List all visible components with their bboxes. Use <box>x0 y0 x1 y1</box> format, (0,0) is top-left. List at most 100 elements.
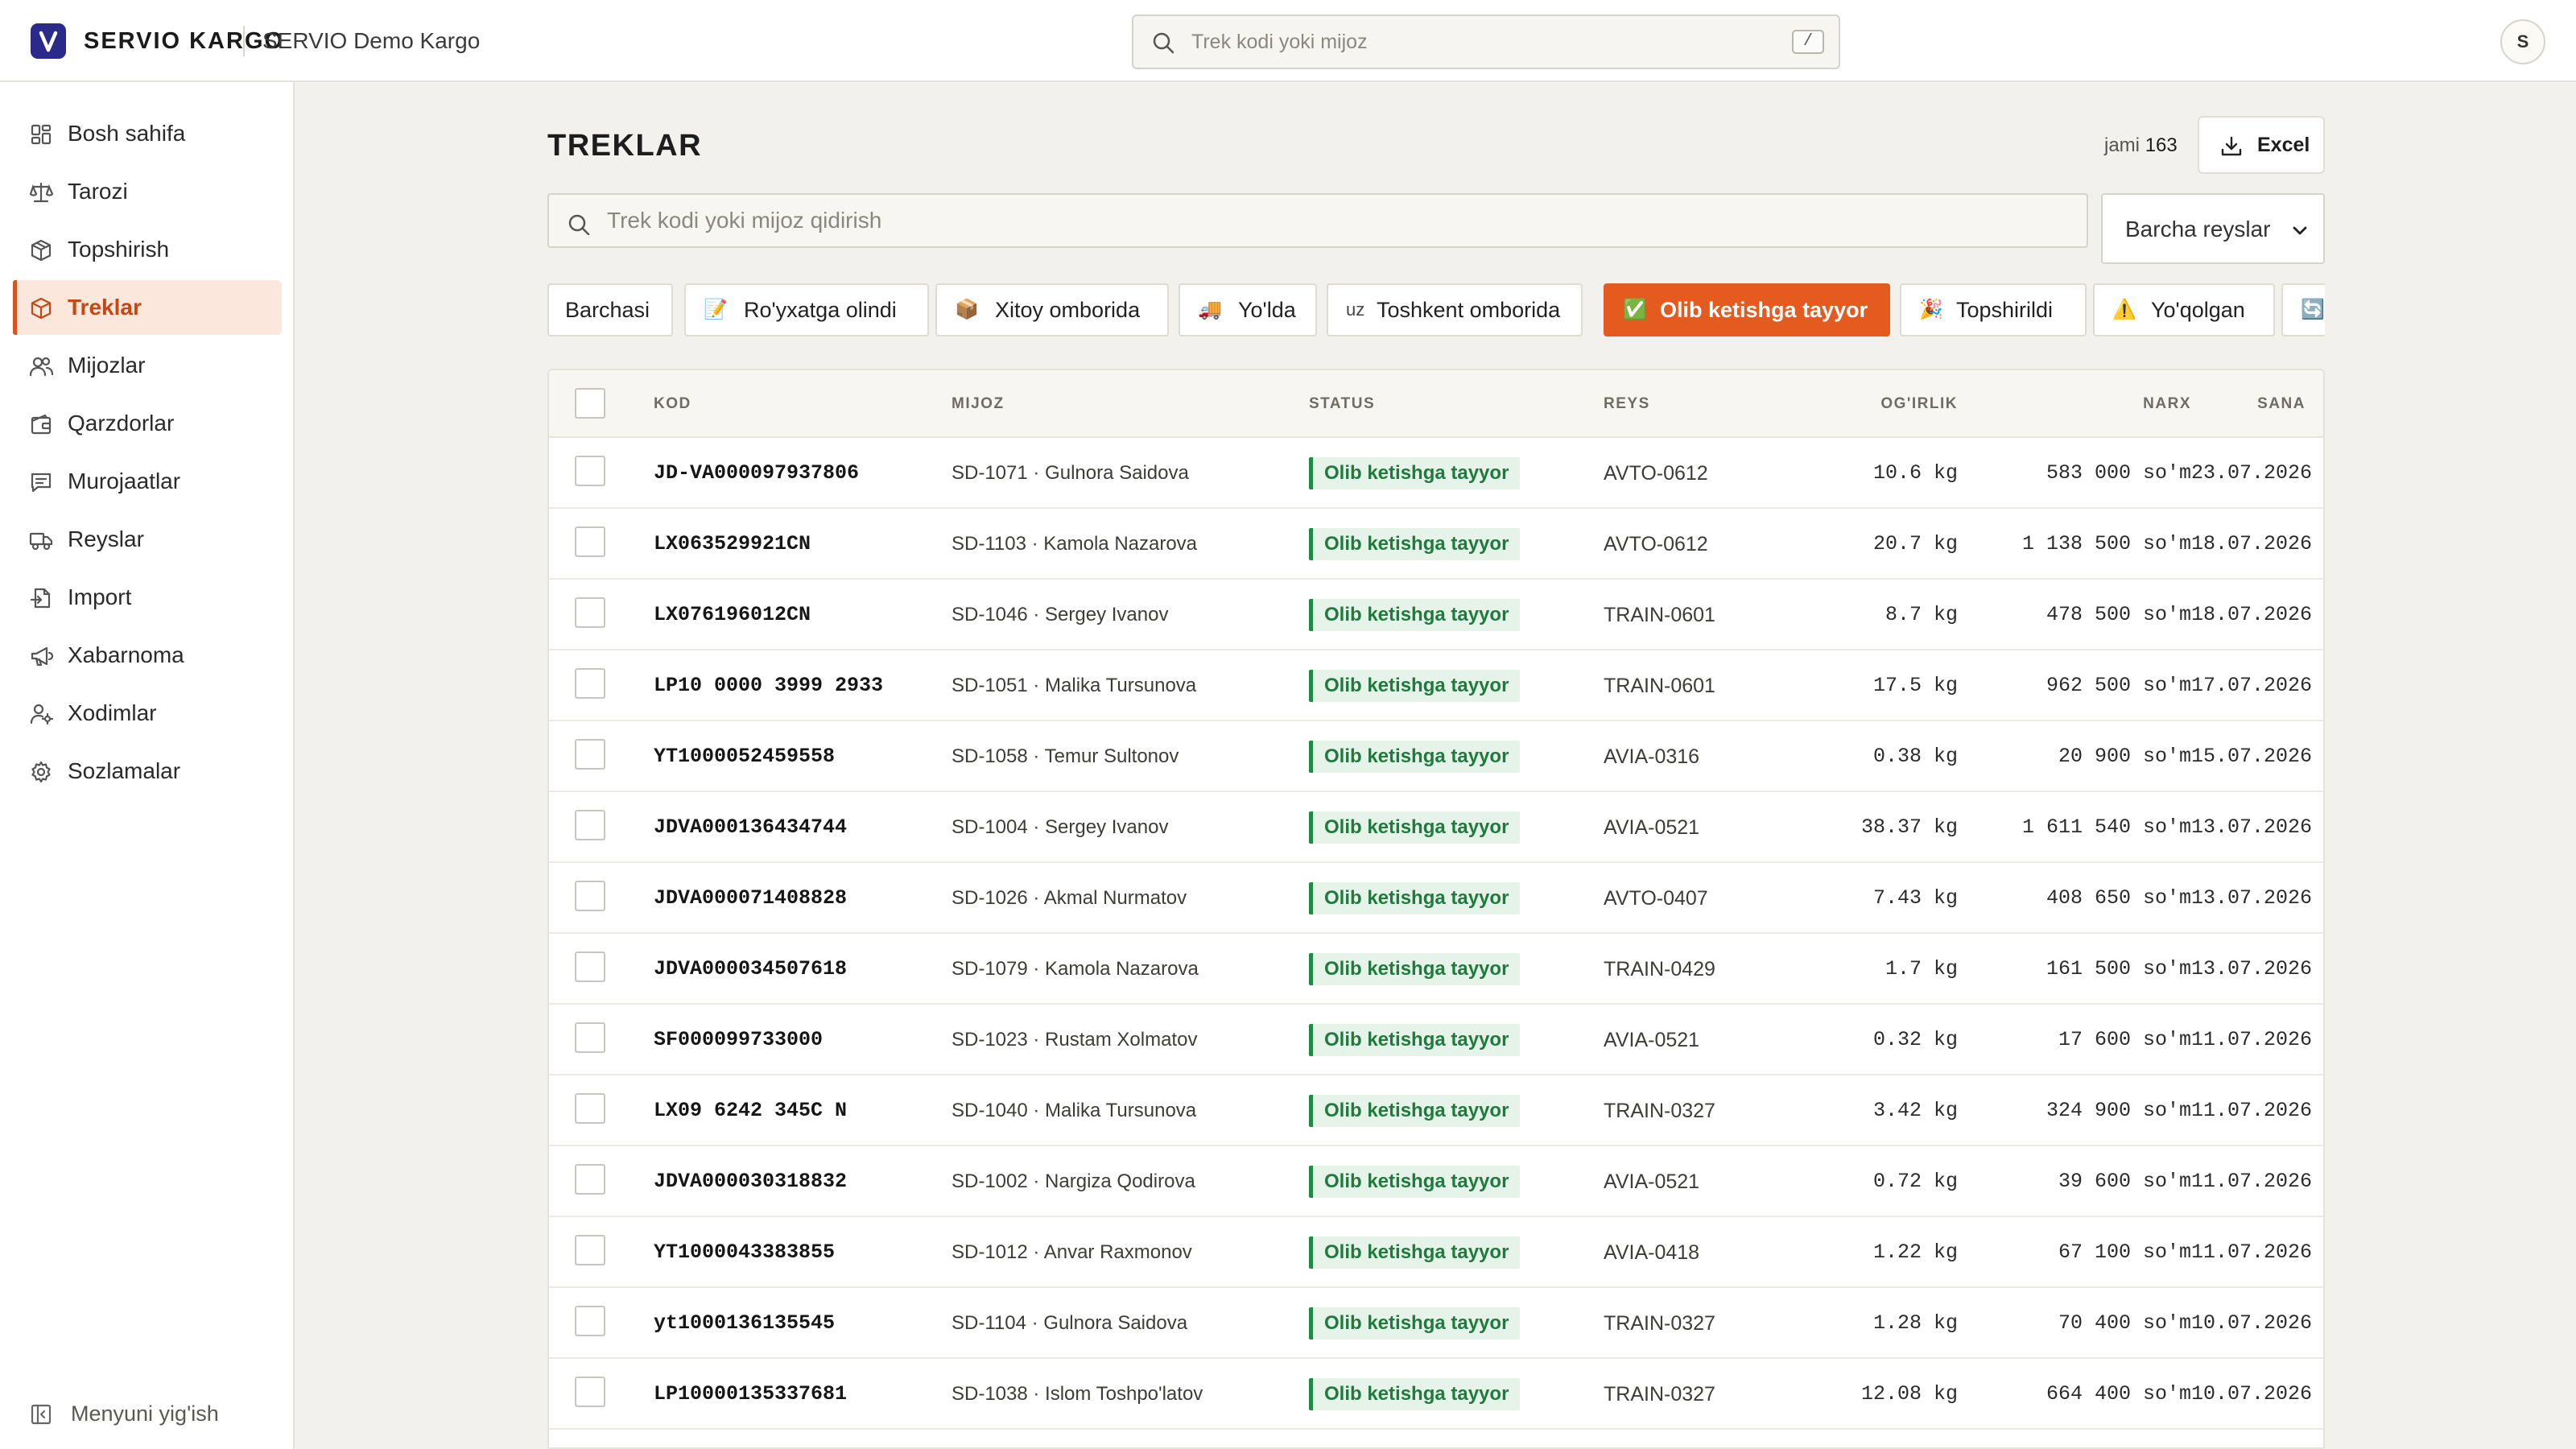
track-code[interactable]: SF000099733000 <box>654 1005 823 1075</box>
row-checkbox[interactable] <box>575 1164 605 1195</box>
table-row[interactable]: yt1000136135545 SD-1104 · Gulnora Saidova… <box>549 1288 2323 1359</box>
row-checkbox[interactable] <box>575 1377 605 1407</box>
client-name[interactable]: SD-1071 · Gulnora Saidova <box>952 438 1189 509</box>
table-row[interactable]: LP10000135337681 SD-1038 · Islom Toshpo'l… <box>549 1359 2323 1430</box>
track-search-input[interactable] <box>607 195 2056 246</box>
client-name[interactable]: SD-1038 · Islom Toshpo'latov <box>952 1359 1203 1430</box>
select-all-checkbox[interactable] <box>575 388 605 419</box>
row-checkbox[interactable] <box>575 881 605 911</box>
logo-icon[interactable] <box>31 23 66 59</box>
client-name[interactable]: SD-1104 · Gulnora Saidova <box>952 1288 1187 1359</box>
sidebar-item-tarozi[interactable]: Tarozi <box>13 164 282 219</box>
track-code[interactable]: YT1000043383855 <box>654 1217 835 1288</box>
reys-code: AVIA-0521 <box>1604 1029 1700 1051</box>
avatar[interactable]: S <box>2500 19 2545 64</box>
client-name[interactable]: SD-1002 · Nargiza Qodirova <box>952 1146 1195 1217</box>
sidebar-item-xodimlar[interactable]: Xodimlar <box>13 686 282 741</box>
client-name[interactable]: SD-1058 · Temur Sultonov <box>952 721 1179 792</box>
row-checkbox[interactable] <box>575 810 605 840</box>
filter-chip-toshkent-omborida[interactable]: uz Toshkent omborida <box>1327 283 1583 336</box>
global-search-input[interactable] <box>1191 16 1755 68</box>
table-row[interactable]: LP10 0000 3999 2933 SD-1051 · Malika Turs… <box>549 650 2323 721</box>
row-checkbox[interactable] <box>575 1093 605 1124</box>
column-header-mijoz[interactable]: MIJOZ <box>952 370 1005 438</box>
client-name[interactable]: SD-1004 · Sergey Ivanov <box>952 792 1168 863</box>
sidebar-item-mijozlar[interactable]: Mijozlar <box>13 338 282 393</box>
client-name[interactable]: SD-1103 · Kamola Nazarova <box>952 509 1197 580</box>
table-row[interactable]: LX063529921CN SD-1103 · Kamola Nazarova Ol… <box>549 509 2323 580</box>
table-row[interactable]: JDVA000136434744 SD-1004 · Sergey Ivanov O… <box>549 792 2323 863</box>
filter-chip-yoqolgan[interactable]: ⚠️ Yo'qolgan <box>2093 283 2275 336</box>
client-name[interactable]: SD-1051 · Malika Tursunova <box>952 650 1196 721</box>
sidebar-item-xabarnoma[interactable]: Xabarnoma <box>13 628 282 683</box>
row-checkbox[interactable] <box>575 1306 605 1336</box>
sidebar-item-treklar[interactable]: Treklar <box>13 280 282 335</box>
table-row[interactable]: LX076196012CN SD-1046 · Sergey Ivanov Olib… <box>549 580 2323 650</box>
track-code[interactable]: LP10000135337681 <box>654 1359 847 1430</box>
filter-chip-topshirildi[interactable]: 🎉 Topshirildi <box>1900 283 2087 336</box>
weight-value: 17.5 kg <box>1872 674 1958 697</box>
collapse-menu-button[interactable]: Menyuni yig'ish <box>13 1386 282 1441</box>
sidebar-item-sozlamalar[interactable]: Sozlamalar <box>13 744 282 799</box>
row-checkbox[interactable] <box>575 739 605 770</box>
truck-icon: 🚚 <box>1198 299 1222 320</box>
status-badge: Olib ketishga tayyor <box>1309 882 1521 914</box>
sidebar-item-qarzdorlar[interactable]: Qarzdorlar <box>13 396 282 451</box>
track-code[interactable]: LX076196012CN <box>654 580 811 650</box>
column-header-reys[interactable]: REYS <box>1604 370 1650 438</box>
track-code[interactable]: LP10 0000 3999 2933 <box>654 650 883 721</box>
track-code[interactable]: JDVA000034507618 <box>654 934 847 1005</box>
table-row[interactable]: JD-VA000097937806 SD-1071 · Gulnora Saido… <box>549 438 2323 509</box>
filter-chip-xitoy-omborida[interactable]: 📦 Xitoy omborida <box>935 283 1169 336</box>
client-name[interactable]: SD-1026 · Akmal Nurmatov <box>952 863 1187 934</box>
track-code[interactable]: YT1000052459558 <box>654 721 835 792</box>
client-name[interactable]: SD-1079 · Kamola Nazarova <box>952 934 1199 1005</box>
client-name[interactable]: SD-1023 · Rustam Xolmatov <box>952 1005 1197 1075</box>
row-checkbox[interactable] <box>575 1022 605 1053</box>
track-code[interactable]: JD-VA000097937806 <box>654 438 859 509</box>
column-header-narx[interactable]: NARX <box>1982 370 2191 438</box>
price-value: 1 611 540 so'm <box>2021 815 2191 839</box>
reys-filter-select[interactable]: Barcha reyslar <box>2101 193 2325 264</box>
track-code[interactable]: JDVA000136434744 <box>654 792 847 863</box>
row-checkbox[interactable] <box>575 456 605 486</box>
weight-value: 10.6 kg <box>1872 461 1958 485</box>
row-checkbox[interactable] <box>575 952 605 982</box>
track-code[interactable]: JDVA000030318832 <box>654 1146 847 1217</box>
table-row[interactable]: JDVA000034507618 SD-1079 · Kamola Nazarov… <box>549 934 2323 1005</box>
track-code[interactable]: LX063529921CN <box>654 509 811 580</box>
column-header-sana[interactable]: SANA <box>2191 370 2306 438</box>
row-checkbox[interactable] <box>575 1235 605 1265</box>
row-checkbox[interactable] <box>575 526 605 557</box>
table-row[interactable]: SF000099733000 SD-1023 · Rustam Xolmatov O… <box>549 1005 2323 1075</box>
client-name[interactable]: SD-1012 · Anvar Raxmonov <box>952 1217 1192 1288</box>
row-checkbox[interactable] <box>575 597 605 628</box>
table-row[interactable]: YT1000043383855 SD-1012 · Anvar Raxmonov O… <box>549 1217 2323 1288</box>
table-row[interactable]: YT1000052459558 SD-1058 · Temur Sultonov O… <box>549 721 2323 792</box>
sidebar-item-reyslar[interactable]: Reyslar <box>13 512 282 567</box>
column-header-ogirlik[interactable]: OG'IRLIK <box>1813 370 1958 438</box>
table-row[interactable]: JDVA000071408828 SD-1026 · Akmal Nurmatov… <box>549 863 2323 934</box>
table-row[interactable]: JDVA000030318832 SD-1002 · Nargiza Qodiro… <box>549 1146 2323 1217</box>
filter-chip-royxatga-olindi[interactable]: 📝 Ro'yxatga olindi <box>684 283 929 336</box>
filter-chip-olib-ketishga-tayyor[interactable]: ✅ Olib ketishga tayyor <box>1604 283 1890 336</box>
sidebar-item-murojaatlar[interactable]: Murojaatlar <box>13 454 282 509</box>
column-header-kod[interactable]: KOD <box>654 370 691 438</box>
excel-export-button[interactable]: Excel <box>2198 116 2325 174</box>
row-checkbox[interactable] <box>575 668 605 699</box>
column-header-status[interactable]: STATUS <box>1309 370 1375 438</box>
sidebar-item-import[interactable]: Import <box>13 570 282 625</box>
track-code[interactable]: LX09 6242 345C N <box>654 1075 847 1146</box>
track-code[interactable]: yt1000136135545 <box>654 1288 835 1359</box>
client-name[interactable]: SD-1040 · Malika Tursunova <box>952 1075 1196 1146</box>
client-name[interactable]: SD-1046 · Sergey Ivanov <box>952 580 1168 650</box>
sidebar-item-label: Qarzdorlar <box>68 411 175 436</box>
weight-value: 8.7 kg <box>1885 603 1958 626</box>
table-row[interactable]: LX09 6242 345C N SD-1040 · Malika Tursuno… <box>549 1075 2323 1146</box>
sidebar-item-bosh-sahifa[interactable]: Bosh sahifa <box>13 106 282 161</box>
filter-chip-barchasi[interactable]: Barchasi <box>547 283 673 336</box>
track-code[interactable]: JDVA000071408828 <box>654 863 847 934</box>
sidebar-item-topshirish[interactable]: Topshirish <box>13 222 282 277</box>
filter-chip-yolda[interactable]: 🚚 Yo'lda <box>1179 283 1317 336</box>
filter-chip-returned[interactable]: 🔄 <box>2281 283 2325 336</box>
